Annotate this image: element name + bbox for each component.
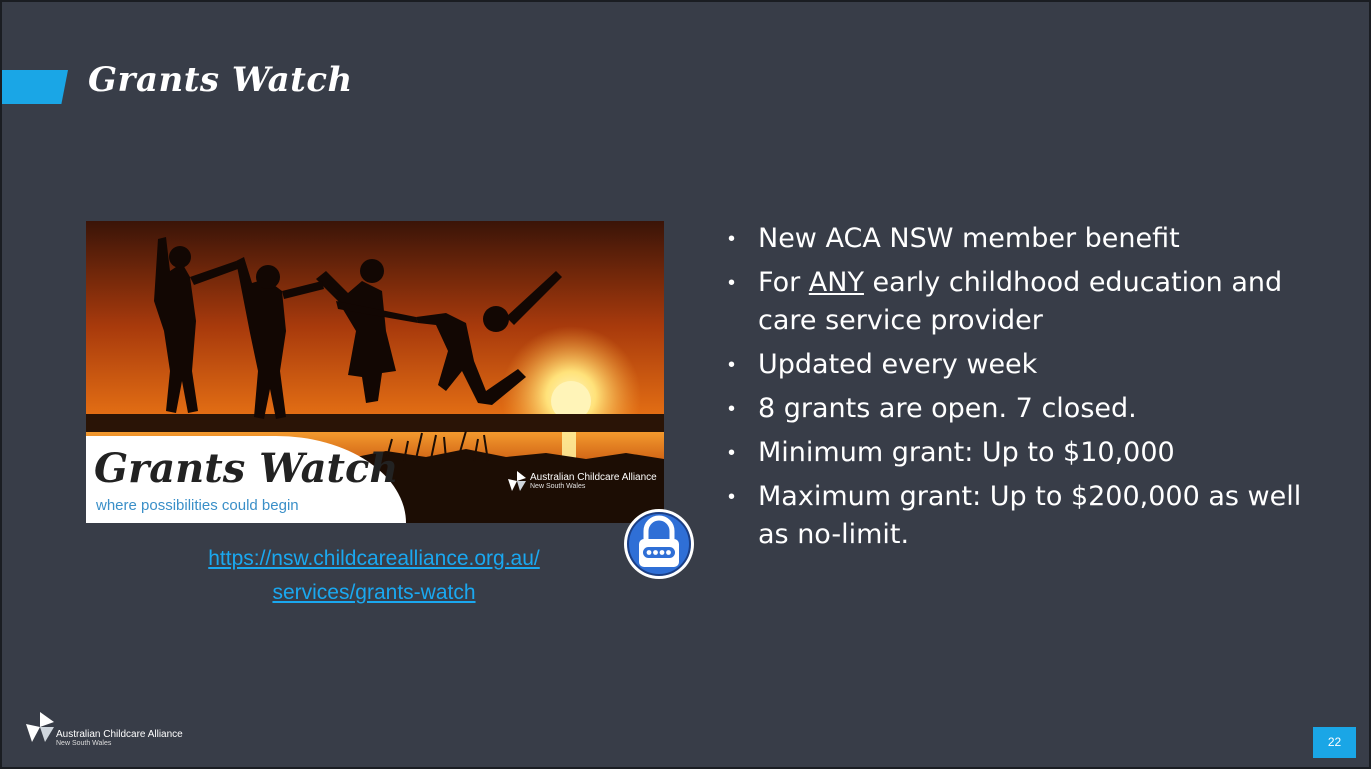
hero-org-name: Australian Childcare Alliance — [530, 472, 657, 483]
bullet-underlined: ANY — [808, 267, 864, 298]
list-item: Maximum grant: Up to $200,000 as well as… — [714, 478, 1334, 554]
grants-watch-link[interactable]: https://nsw.childcarealliance.org.au/ se… — [112, 542, 636, 610]
bullet-text: New ACA NSW member benefit — [758, 223, 1180, 254]
bullet-text: 8 grants are open. 7 closed. — [758, 393, 1137, 424]
footer-org: Australian Childcare Alliance New South … — [56, 730, 183, 748]
benefits-list: New ACA NSW member benefit For ANY early… — [714, 220, 1334, 560]
title-accent-bar — [2, 70, 68, 104]
footer-org-sub: New South Wales — [56, 740, 112, 747]
aca-logo-icon — [508, 471, 526, 491]
list-item: Updated every week — [714, 346, 1334, 384]
page-number: 22 — [1313, 727, 1356, 758]
link-line-1[interactable]: https://nsw.childcarealliance.org.au/ — [112, 542, 636, 576]
footer-org-name: Australian Childcare Alliance — [56, 729, 183, 740]
list-item: 8 grants are open. 7 closed. — [714, 390, 1334, 428]
grants-watch-hero-image: Grants Watch where possibilities could b… — [86, 221, 664, 523]
list-item: New ACA NSW member benefit — [714, 220, 1334, 258]
link-line-2[interactable]: services/grants-watch — [112, 576, 636, 610]
list-item: Minimum grant: Up to $10,000 — [714, 434, 1334, 472]
hero-tagline: where possibilities could begin — [96, 497, 299, 514]
slide-title: Grants Watch — [88, 60, 353, 100]
slide: Grants Watch Grants Watch where possibil… — [0, 0, 1371, 769]
hero-brand-text: Grants Watch — [94, 445, 399, 492]
bullet-text: Updated every week — [758, 349, 1038, 380]
hero-org-sub: New South Wales — [530, 483, 586, 490]
bullet-text: Minimum grant: Up to $10,000 — [758, 437, 1175, 468]
list-item: For ANY early childhood education and ca… — [714, 264, 1334, 340]
bullet-text: Maximum grant: Up to $200,000 as well as… — [758, 481, 1302, 550]
aca-logo-icon — [26, 712, 54, 742]
bullet-prefix: For — [758, 267, 809, 298]
